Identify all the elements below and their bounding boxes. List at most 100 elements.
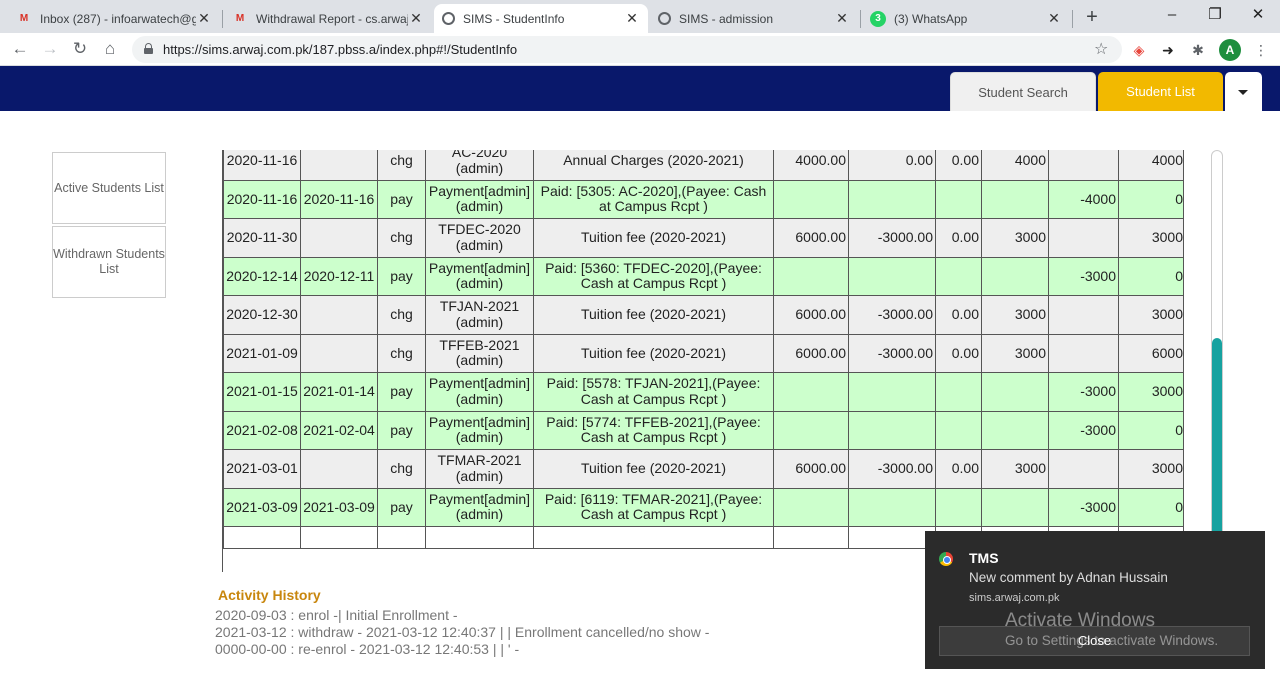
- tab-title: (3) WhatsApp: [894, 11, 968, 26]
- header-dropdown-button[interactable]: [1225, 72, 1262, 111]
- reload-button[interactable]: ↻: [68, 38, 92, 60]
- notification-site: sims.arwaj.com.pk: [969, 592, 1060, 604]
- ledger-paid-on-cell: [300, 295, 378, 335]
- maximize-window-button[interactable]: ❐: [1195, 4, 1235, 26]
- browser-tab-strip: M Inbox (287) - infoarwatech@gm ✕ M With…: [0, 0, 1280, 33]
- ledger-discount-cell: [848, 487, 936, 527]
- fee-ledger-table: 2020-11-16 chg AC-2020 (admin) Annual Charg…: [223, 150, 1183, 572]
- ledger-date-cell: 2020-12-30: [223, 295, 301, 335]
- browser-tab-admission[interactable]: SIMS - admission ✕: [650, 4, 858, 33]
- extension-red-icon[interactable]: ◈: [1128, 39, 1150, 61]
- url-text[interactable]: https://sims.arwaj.com.pk/187.pbss.a/ind…: [163, 42, 517, 57]
- activity-entry: 2020-09-03 : enrol -| Initial Enrollment…: [215, 607, 458, 623]
- ledger-amount-cell: [773, 256, 849, 296]
- ledger-empty-cell: [300, 526, 378, 549]
- ledger-reference-cell: Payment[admin] (admin): [425, 256, 534, 296]
- ledger-paid-on-cell: [300, 150, 378, 181]
- ledger-scrollbar-thumb[interactable]: [1212, 338, 1222, 538]
- ledger-fine-cell: [935, 256, 982, 296]
- ledger-fine-cell: 0.00: [935, 150, 982, 181]
- ledger-type-cell: chg: [377, 449, 426, 489]
- ledger-net-cell: 4000: [981, 150, 1049, 181]
- ledger-empty-cell: [848, 526, 936, 549]
- chrome-icon: [939, 552, 953, 566]
- whatsapp-icon: 3: [870, 10, 886, 27]
- activity-entry: 2021-03-12 : withdraw - 2021-03-12 12:40…: [215, 624, 710, 640]
- share-arrow-icon[interactable]: ➜: [1157, 39, 1179, 61]
- tab-student-search[interactable]: Student Search: [950, 72, 1096, 111]
- activate-windows-watermark: Activate Windows: [1005, 610, 1155, 631]
- fee-ledger-container[interactable]: 2020-11-16 chg AC-2020 (admin) Annual Charg…: [222, 150, 1184, 572]
- close-window-button[interactable]: ✕: [1238, 4, 1278, 26]
- browser-tab-whatsapp[interactable]: 3 (3) WhatsApp ✕: [862, 4, 1070, 33]
- activity-history-heading: Activity History: [218, 587, 321, 603]
- tab-title: SIMS - admission: [679, 11, 774, 26]
- ledger-paid-cell: -4000: [1048, 179, 1119, 219]
- browser-tab-withdrawal-report[interactable]: M Withdrawal Report - cs.arwaj@ ✕: [224, 4, 432, 33]
- ledger-paid-cell: [1048, 449, 1119, 489]
- sidebar-item-withdrawn-students[interactable]: Withdrawn Students List: [52, 226, 166, 298]
- ledger-balance-cell: 0: [1118, 410, 1183, 450]
- ledger-fine-cell: [935, 179, 982, 219]
- browser-toolbar: ← → ↻ ⌂ https://sims.arwaj.com.pk/187.pb…: [0, 33, 1280, 66]
- ledger-row: 2020-12-14 2020-12-11 pay Payment[admin] (a…: [223, 256, 1183, 296]
- ledger-description-cell: Paid: [5774: TFFEB-2021],(Payee: Cash at…: [533, 410, 774, 450]
- ledger-date-cell: 2020-11-16: [223, 150, 301, 181]
- ledger-reference-cell: Payment[admin] (admin): [425, 179, 534, 219]
- ledger-row: 2021-02-08 2021-02-04 pay Payment[admin] (a…: [223, 410, 1183, 450]
- browser-tab-inbox[interactable]: M Inbox (287) - infoarwatech@gm ✕: [8, 4, 220, 33]
- ledger-description-cell: Annual Charges (2020-2021): [533, 150, 774, 181]
- ledger-row: 2021-03-09 2021-03-09 pay Payment[admin] (a…: [223, 487, 1183, 527]
- new-tab-button[interactable]: +: [1080, 6, 1104, 30]
- lock-icon[interactable]: [144, 43, 153, 54]
- sidebar-item-active-students[interactable]: Active Students List: [52, 152, 166, 224]
- ledger-net-cell: 3000: [981, 218, 1049, 258]
- close-tab-icon[interactable]: ✕: [834, 10, 850, 27]
- ledger-fine-cell: 0.00: [935, 333, 982, 373]
- ledger-paid-cell: [1048, 295, 1119, 335]
- close-tab-icon[interactable]: ✕: [408, 10, 424, 27]
- ledger-balance-cell: 6000: [1118, 333, 1183, 373]
- bookmark-star-icon[interactable]: ☆: [1094, 39, 1108, 59]
- ledger-type-cell: pay: [377, 372, 426, 412]
- browser-menu-icon[interactable]: ⋮: [1250, 39, 1272, 61]
- forward-button[interactable]: →: [38, 38, 62, 60]
- close-tab-icon[interactable]: ✕: [196, 10, 212, 27]
- ledger-description-cell: Tuition fee (2020-2021): [533, 218, 774, 258]
- desktop-notification[interactable]: TMS New comment by Adnan Hussain sims.ar…: [925, 531, 1265, 669]
- home-button[interactable]: ⌂: [98, 38, 122, 60]
- ledger-type-cell: chg: [377, 295, 426, 335]
- ledger-amount-cell: 6000.00: [773, 218, 849, 258]
- ledger-type-cell: pay: [377, 487, 426, 527]
- close-tab-icon[interactable]: ✕: [1046, 10, 1062, 27]
- ledger-amount-cell: 6000.00: [773, 333, 849, 373]
- ledger-empty-cell: [425, 526, 534, 549]
- ledger-date-cell: 2021-01-09: [223, 333, 301, 373]
- close-tab-icon[interactable]: ✕: [624, 10, 640, 27]
- ledger-paid-on-cell: 2020-12-11: [300, 256, 378, 296]
- extensions-puzzle-icon[interactable]: ✱: [1187, 39, 1209, 61]
- tab-title: SIMS - StudentInfo: [463, 11, 565, 26]
- ledger-date-cell: 2021-03-09: [223, 487, 301, 527]
- ledger-amount-cell: 6000.00: [773, 449, 849, 489]
- ledger-paid-on-cell: [300, 333, 378, 373]
- ledger-type-cell: chg: [377, 150, 426, 181]
- ledger-reference-cell: Payment[admin] (admin): [425, 487, 534, 527]
- back-button[interactable]: ←: [8, 38, 32, 60]
- tab-student-list[interactable]: Student List: [1098, 72, 1223, 111]
- gmail-icon: M: [19, 13, 29, 24]
- ledger-balance-cell: 0: [1118, 179, 1183, 219]
- minimize-window-button[interactable]: –: [1152, 4, 1192, 26]
- ledger-paid-on-cell: 2021-02-04: [300, 410, 378, 450]
- profile-avatar[interactable]: A: [1219, 39, 1241, 61]
- address-bar[interactable]: https://sims.arwaj.com.pk/187.pbss.a/ind…: [132, 36, 1122, 63]
- ledger-date-cell: 2020-11-16: [223, 179, 301, 219]
- gmail-icon: M: [235, 13, 245, 24]
- ledger-paid-cell: -3000: [1048, 256, 1119, 296]
- ledger-reference-cell: AC-2020 (admin): [425, 150, 534, 181]
- ledger-row: 2020-12-30 chg TFJAN-2021 (admin) Tuition f…: [223, 295, 1183, 335]
- browser-tab-studentinfo[interactable]: SIMS - StudentInfo ✕: [434, 4, 648, 33]
- ledger-row: 2021-01-15 2021-01-14 pay Payment[admin] (a…: [223, 372, 1183, 412]
- ledger-fine-cell: 0.00: [935, 218, 982, 258]
- ledger-type-cell: chg: [377, 218, 426, 258]
